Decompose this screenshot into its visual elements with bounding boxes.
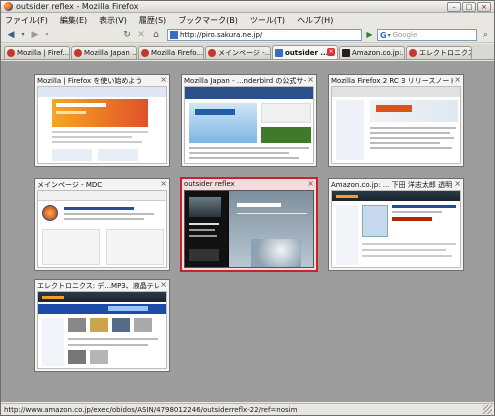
tab-label: エレクトロニクス... (419, 49, 471, 57)
google-icon: G (380, 30, 387, 40)
page-preview (331, 190, 461, 268)
reload-icon[interactable]: ↻ (121, 29, 133, 40)
thumbnail-title: Mozilla Japan - ...nderbird の公式サイト (184, 77, 306, 85)
minimize-button[interactable]: – (447, 2, 461, 12)
menu-help[interactable]: ヘルプ(H) (297, 15, 333, 26)
search-bar[interactable]: G ▾ Google (377, 29, 477, 41)
mozilla-favicon-icon (141, 49, 149, 57)
mozilla-favicon-icon (7, 49, 15, 57)
search-icon[interactable]: ⌕ (480, 29, 491, 40)
url-bar[interactable]: http://piro.sakura.ne.jp/ (167, 29, 362, 41)
close-tab-icon[interactable]: × (327, 48, 335, 56)
forward-dropdown-icon[interactable]: ▾ (43, 29, 51, 40)
close-icon[interactable]: × (454, 179, 461, 188)
amazon-favicon-icon (342, 49, 350, 57)
site-favicon-icon (275, 48, 283, 57)
tab-mozilla-japan[interactable]: Mozilla Japan ... (71, 46, 137, 59)
close-icon[interactable]: × (160, 75, 167, 84)
go-icon[interactable]: ▶ (364, 29, 375, 40)
tab-main-page[interactable]: メインページ -... (205, 46, 271, 59)
maximize-button[interactable]: □ (462, 2, 476, 12)
thumbnail-title: outsider reflex (184, 180, 235, 188)
stop-icon[interactable]: ✕ (135, 29, 147, 40)
forward-icon[interactable]: ▶ (29, 29, 41, 40)
mozilla-favicon-icon (208, 49, 216, 57)
tab-outsider-reflex[interactable]: outsider ... × (272, 45, 338, 59)
tab-label: Mozilla Firefo... (151, 49, 203, 57)
page-preview (37, 86, 167, 164)
tab-thumbnail[interactable]: Mozilla Japan - ...nderbird の公式サイト × (181, 74, 317, 167)
page-preview (184, 86, 314, 164)
url-text: http://piro.sakura.ne.jp/ (180, 31, 263, 39)
search-placeholder: Google (392, 31, 418, 39)
thumbnail-title: メインページ - MDC (37, 181, 103, 189)
thumbnail-title: Mozilla Firefox 2 RC 3 リリースノート (331, 77, 453, 85)
menu-tools[interactable]: ツール(T) (250, 15, 285, 26)
close-icon[interactable]: × (307, 179, 314, 188)
tab-overview-area: Mozilla | Firefox を使い始めよう × Mozilla Japa… (1, 61, 494, 402)
home-icon[interactable]: ⌂ (150, 29, 162, 40)
tab-mozilla-firefox[interactable]: Mozilla | Firef... (4, 46, 70, 59)
back-icon[interactable]: ◀ (5, 29, 17, 40)
firefox-icon (4, 2, 13, 11)
status-bar: http://www.amazon.co.jp/exec/obidos/ASIN… (1, 403, 494, 415)
title-bar: outsider reflex - Mozilla Firefox – □ × (1, 1, 494, 13)
navigation-toolbar: ◀ ▾ ▶ ▾ ↻ ✕ ⌂ http://piro.sakura.ne.jp/ … (1, 27, 494, 43)
page-preview (37, 190, 167, 268)
tab-mozilla-firefox-notes[interactable]: Mozilla Firefo... (138, 46, 204, 59)
menu-bookmarks[interactable]: ブックマーク(B) (178, 15, 238, 26)
tab-thumbnail[interactable]: Mozilla Firefox 2 RC 3 リリースノート × (328, 74, 464, 167)
site-favicon-icon (409, 49, 417, 57)
site-favicon-icon (170, 31, 178, 39)
page-preview (331, 86, 461, 164)
menu-history[interactable]: 履歴(S) (139, 15, 166, 26)
page-preview (37, 291, 167, 369)
thumbnail-title: Mozilla | Firefox を使い始めよう (37, 77, 143, 85)
back-dropdown-icon[interactable]: ▾ (19, 29, 27, 40)
tab-amazon[interactable]: Amazon.co.jp:... (339, 46, 405, 59)
close-icon[interactable]: × (454, 75, 461, 84)
close-icon[interactable]: × (160, 280, 167, 289)
window-title: outsider reflex - Mozilla Firefox (16, 2, 139, 11)
mozilla-favicon-icon (74, 49, 82, 57)
tab-thumbnail[interactable]: Amazon.co.jp: ... 下田 洋志太郎 透明 ... × (328, 178, 464, 271)
tab-thumbnail-selected[interactable]: outsider reflex × (180, 177, 318, 272)
tab-bar: Mozilla | Firef... Mozilla Japan ... Moz… (1, 44, 494, 60)
close-icon[interactable]: × (307, 75, 314, 84)
resize-grip-icon[interactable] (483, 405, 492, 414)
tab-thumbnail[interactable]: エレクトロニクス: デ...MP3、液晶テレビ... × (34, 279, 170, 372)
tab-electronics[interactable]: エレクトロニクス... (406, 46, 472, 59)
tab-label: Mozilla Japan ... (84, 49, 136, 57)
page-preview (184, 190, 314, 268)
browser-window: outsider reflex - Mozilla Firefox – □ × … (0, 0, 495, 416)
engine-dropdown-icon[interactable]: ▾ (388, 32, 391, 39)
menu-view[interactable]: 表示(V) (99, 15, 127, 26)
tab-label: メインページ -... (218, 49, 270, 57)
tab-label: Amazon.co.jp:... (352, 49, 404, 57)
menu-edit[interactable]: 編集(E) (60, 15, 87, 26)
tab-label: Mozilla | Firef... (17, 49, 69, 57)
tab-label: outsider ... (285, 48, 329, 57)
menu-bar: ファイル(F) 編集(E) 表示(V) 履歴(S) ブックマーク(B) ツール(… (1, 14, 494, 26)
thumbnail-title: Amazon.co.jp: ... 下田 洋志太郎 透明 ... (331, 181, 453, 189)
close-icon[interactable]: × (160, 179, 167, 188)
status-text: http://www.amazon.co.jp/exec/obidos/ASIN… (4, 405, 298, 414)
menu-file[interactable]: ファイル(F) (5, 15, 48, 26)
tab-thumbnail[interactable]: メインページ - MDC × (34, 178, 170, 271)
close-window-button[interactable]: × (477, 2, 491, 12)
thumbnail-title: エレクトロニクス: デ...MP3、液晶テレビ... (37, 282, 159, 290)
tab-thumbnail[interactable]: Mozilla | Firefox を使い始めよう × (34, 74, 170, 167)
